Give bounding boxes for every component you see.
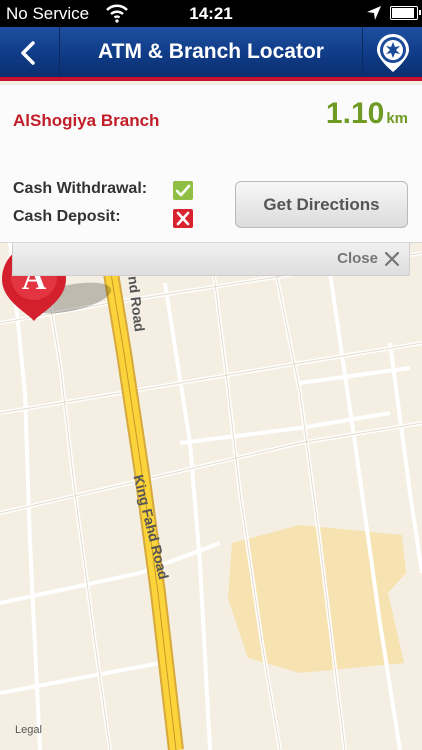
location-arrow-icon: [367, 6, 381, 20]
bank-logo-icon: [377, 34, 409, 72]
branch-distance: 1.10 km: [326, 97, 408, 131]
service-cash-deposit-label: Cash Deposit:: [13, 208, 121, 225]
road-label-upper: nd Road: [125, 275, 148, 333]
distance-value: 1.10: [325, 97, 385, 130]
status-time: 14:21: [189, 4, 233, 23]
back-button[interactable]: [0, 27, 60, 77]
status-bar: No Service 14:21: [0, 0, 422, 27]
road-label-king-fahd: King Fahd Road: [130, 473, 172, 582]
close-panel-button[interactable]: Close: [12, 243, 410, 276]
page-title: ATM & Branch Locator: [98, 40, 324, 63]
check-icon: [173, 181, 193, 200]
close-label: Close: [337, 250, 378, 267]
branch-name: AlShogiya Branch: [13, 111, 160, 130]
battery-icon: [390, 6, 421, 20]
distance-unit: km: [386, 110, 408, 127]
close-icon: [385, 252, 399, 266]
branch-info-panel: AlShogiya Branch 1.10 km Cash Withdrawal:…: [0, 85, 422, 243]
chevron-left-icon: [21, 41, 35, 65]
cross-icon: [173, 209, 193, 228]
map-canvas: [0, 243, 422, 750]
legal-link[interactable]: Legal: [15, 724, 42, 736]
bank-logo-button[interactable]: [362, 27, 422, 77]
get-directions-button[interactable]: Get Directions: [235, 181, 408, 228]
service-cash-withdrawal-label: Cash Withdrawal:: [13, 180, 148, 197]
map-view[interactable]: nd Road King Fahd Road A Legal: [0, 243, 422, 750]
nav-bar: ATM & Branch Locator: [0, 27, 422, 81]
